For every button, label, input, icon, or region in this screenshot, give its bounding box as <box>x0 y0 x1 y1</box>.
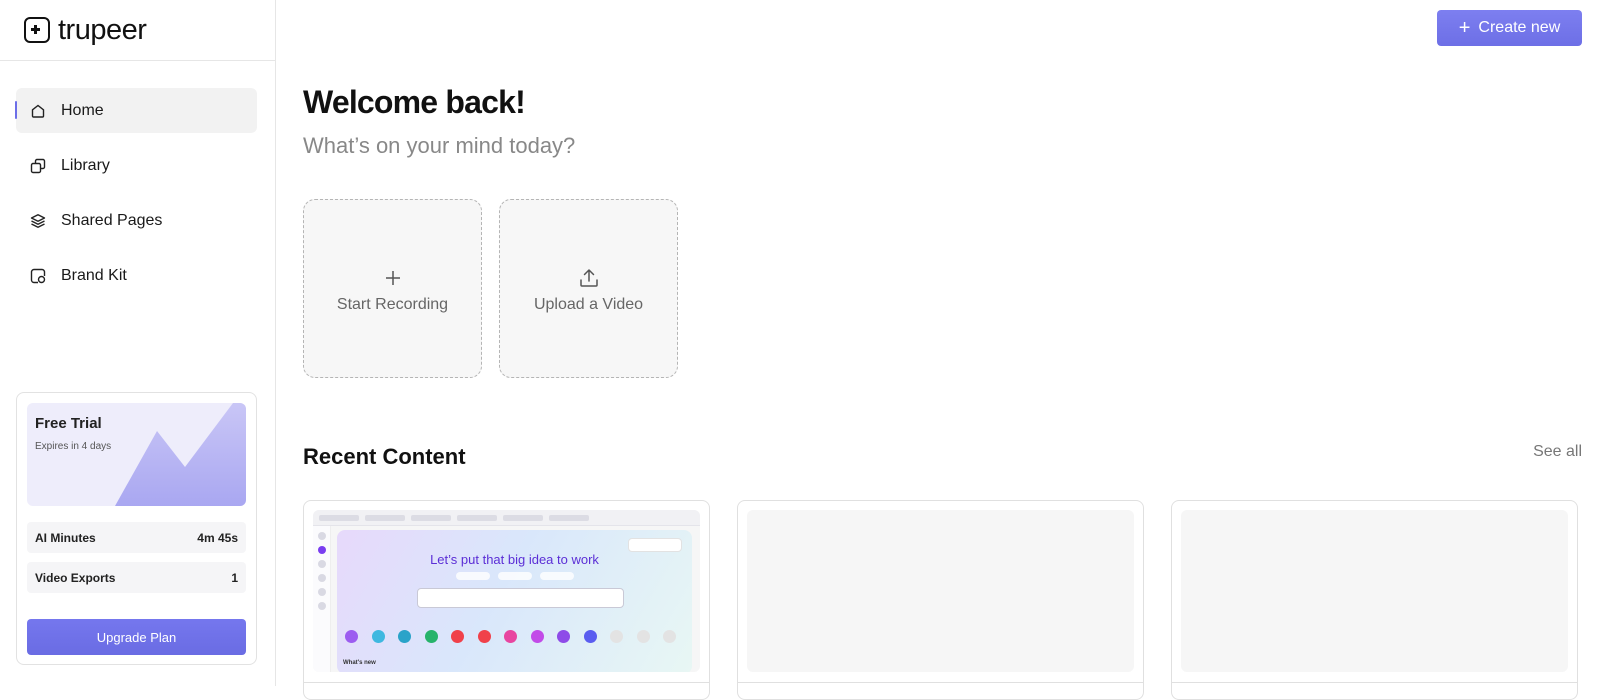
trial-expiry: Expires in 4 days <box>35 441 112 452</box>
stat-label: Video Exports <box>35 570 116 585</box>
upgrade-plan-button[interactable]: Upgrade Plan <box>27 619 246 655</box>
video-thumbnail-placeholder <box>1181 510 1568 672</box>
brand-kit-icon <box>29 267 47 285</box>
recent-content-heading: Recent Content <box>303 444 466 469</box>
sidebar-item-library[interactable]: Library <box>16 143 257 188</box>
library-icon <box>29 157 47 175</box>
stat-value: 4m 45s <box>197 530 238 545</box>
see-all-link[interactable]: See all <box>1533 443 1582 461</box>
sidebar: trupeer Home Library Shared Pages Brand … <box>0 0 276 686</box>
create-new-button[interactable]: + Create new <box>1437 10 1582 46</box>
create-new-label: Create new <box>1478 19 1561 36</box>
plus-icon <box>385 270 400 285</box>
video-thumbnail-placeholder <box>747 510 1134 672</box>
trial-title: Free Trial <box>35 415 102 432</box>
sidebar-nav: Home Library Shared Pages Brand Kit <box>15 88 257 308</box>
logo-icon <box>24 17 50 43</box>
logo[interactable]: trupeer <box>0 0 275 61</box>
free-trial-card: Free Trial Expires in 4 days AI Minutes … <box>16 392 257 665</box>
action-label: Upload a Video <box>533 295 644 313</box>
trial-banner: Free Trial Expires in 4 days <box>27 403 246 506</box>
layers-icon <box>29 212 47 230</box>
thumbnail-headline: Let’s put that big idea to work <box>430 552 599 567</box>
page-subtitle: What’s on your mind today? <box>303 133 576 158</box>
video-exports-row: Video Exports 1 <box>27 562 246 593</box>
sidebar-item-label: Shared Pages <box>61 211 163 229</box>
sidebar-item-brand-kit[interactable]: Brand Kit <box>16 253 257 298</box>
sidebar-item-label: Library <box>61 156 110 174</box>
ai-minutes-row: AI Minutes 4m 45s <box>27 522 246 553</box>
page-title: Welcome back! <box>303 84 526 120</box>
recent-content-card[interactable] <box>1171 500 1578 700</box>
start-recording-button[interactable]: Start Recording <box>303 199 482 378</box>
main-content: + Create new Welcome back! What’s on you… <box>276 0 1600 700</box>
thumbnail-section-label: What's new <box>343 660 376 666</box>
recent-content-card[interactable]: Let’s put that big idea to work What's n… <box>303 500 710 700</box>
action-label: Start Recording <box>336 295 449 313</box>
upload-icon <box>579 268 598 287</box>
sidebar-item-label: Brand Kit <box>61 266 127 284</box>
video-thumbnail: Let’s put that big idea to work What's n… <box>313 510 700 672</box>
sidebar-item-shared-pages[interactable]: Shared Pages <box>16 198 257 243</box>
plus-icon: + <box>1458 17 1471 39</box>
sidebar-item-home[interactable]: Home <box>15 88 257 133</box>
recent-content-card[interactable] <box>737 500 1144 700</box>
stat-value: 1 <box>231 570 238 585</box>
sidebar-item-label: Home <box>61 101 104 119</box>
upload-video-button[interactable]: Upload a Video <box>499 199 678 378</box>
stat-label: AI Minutes <box>35 530 96 545</box>
logo-text: trupeer <box>58 13 147 46</box>
home-icon <box>29 102 47 120</box>
